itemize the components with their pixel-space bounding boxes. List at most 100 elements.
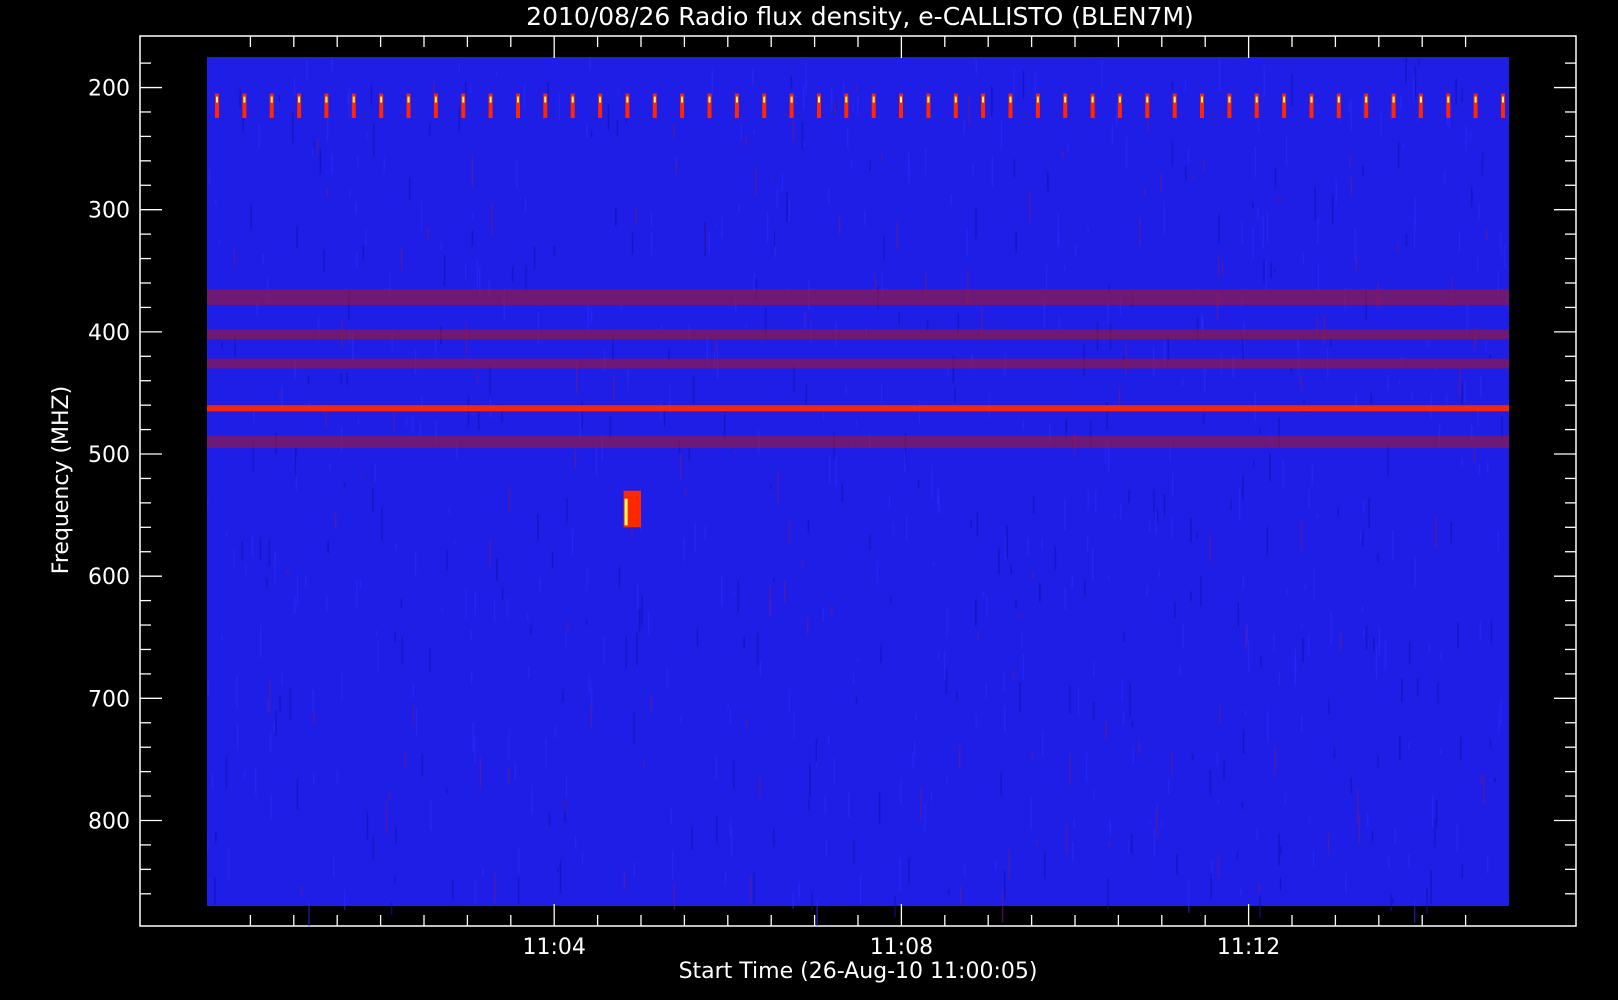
noise-streak — [228, 846, 230, 881]
noise-streak — [968, 96, 970, 126]
noise-streak — [880, 644, 882, 663]
interference-core — [1392, 96, 1395, 103]
noise-streak — [1000, 119, 1003, 151]
noise-streak — [1354, 228, 1356, 261]
noise-streak — [855, 697, 858, 705]
noise-streak — [684, 488, 686, 497]
noise-streak — [553, 246, 556, 257]
noise-streak — [1077, 687, 1080, 717]
noise-streak — [691, 827, 693, 850]
noise-streak — [991, 156, 994, 188]
noise-streak — [440, 242, 443, 251]
noise-streak — [1171, 81, 1174, 90]
noise-streak — [530, 625, 532, 635]
noise-streak — [777, 470, 779, 504]
noise-streak — [636, 582, 639, 610]
noise-streak — [753, 872, 755, 904]
noise-streak — [421, 754, 424, 777]
noise-streak — [1350, 778, 1353, 794]
noise-streak — [1095, 490, 1097, 513]
noise-streak — [688, 448, 690, 461]
noise-streak — [1144, 188, 1146, 196]
noise-streak — [539, 577, 541, 593]
noise-streak — [1308, 816, 1310, 823]
noise-streak — [494, 871, 496, 903]
noise-streak — [470, 630, 472, 642]
noise-streak — [471, 670, 473, 684]
noise-streak — [1348, 100, 1351, 113]
interference-core — [763, 96, 766, 103]
interference-core — [462, 96, 465, 103]
noise-streak — [1021, 630, 1023, 647]
noise-streak — [1185, 165, 1187, 180]
noise-streak — [1486, 854, 1489, 874]
noise-streak — [1262, 214, 1265, 248]
interference-core — [1283, 96, 1286, 103]
noise-streak — [292, 111, 294, 143]
noise-streak — [1171, 751, 1173, 777]
noise-streak — [366, 812, 369, 840]
noise-streak — [1218, 214, 1220, 243]
noise-streak — [405, 418, 408, 426]
noise-streak — [1115, 102, 1118, 128]
noise-streak — [434, 337, 437, 354]
noise-streak — [525, 265, 527, 291]
noise-streak — [565, 775, 568, 798]
noise-streak — [1428, 643, 1431, 653]
noise-streak — [1041, 729, 1044, 758]
noise-streak — [755, 166, 757, 195]
y-tick-label: 400 — [88, 321, 130, 346]
noise-streak — [1123, 632, 1125, 642]
noise-streak — [1022, 653, 1025, 680]
noise-streak — [616, 119, 619, 137]
noise-streak — [847, 129, 849, 148]
noise-streak — [1072, 841, 1074, 862]
noise-streak — [313, 772, 315, 786]
noise-streak — [400, 246, 403, 271]
noise-streak — [1084, 579, 1086, 596]
noise-streak — [564, 800, 566, 811]
noise-streak — [963, 118, 966, 135]
noise-streak — [853, 840, 855, 864]
noise-streak — [1308, 489, 1310, 510]
noise-streak — [306, 58, 308, 81]
noise-streak — [1399, 736, 1401, 760]
noise-streak — [1073, 818, 1075, 828]
noise-streak — [366, 132, 368, 139]
noise-streak — [1111, 124, 1114, 145]
noise-streak — [1044, 851, 1046, 879]
noise-streak — [1409, 641, 1411, 665]
noise-streak — [1187, 147, 1190, 163]
noise-streak — [1361, 531, 1364, 546]
noise-streak — [1190, 517, 1192, 543]
interference-core — [1502, 96, 1504, 103]
x-tick-labels: 11:04 11:08 11:12 — [522, 935, 1280, 960]
noise-streak — [913, 741, 916, 756]
noise-streak — [1500, 231, 1502, 255]
noise-streak — [1254, 145, 1257, 178]
noise-streak — [1450, 522, 1452, 544]
noise-streak — [729, 709, 732, 725]
noise-streak — [1266, 526, 1269, 557]
noise-streak — [495, 70, 498, 77]
interference-core — [544, 96, 547, 103]
noise-streak — [1015, 232, 1017, 254]
noise-streak — [809, 763, 811, 798]
noise-streak — [943, 650, 946, 680]
noise-streak — [233, 549, 235, 568]
noise-streak — [1256, 828, 1258, 841]
noise-streak — [215, 831, 217, 844]
noise-streak — [1139, 217, 1141, 246]
noise-streak — [1431, 795, 1434, 829]
noise-streak — [464, 262, 467, 280]
noise-streak — [816, 899, 818, 926]
noise-streak — [1266, 211, 1269, 243]
x-axis-label: Start Time (26-Aug-10 11:00:05) — [679, 959, 1038, 984]
noise-streak — [313, 141, 316, 147]
noise-streak — [998, 547, 1000, 575]
noise-streak — [518, 847, 520, 877]
noise-streak — [946, 607, 948, 638]
noise-streak — [307, 376, 310, 384]
noise-streak — [869, 160, 871, 171]
band-mark — [207, 329, 1509, 340]
